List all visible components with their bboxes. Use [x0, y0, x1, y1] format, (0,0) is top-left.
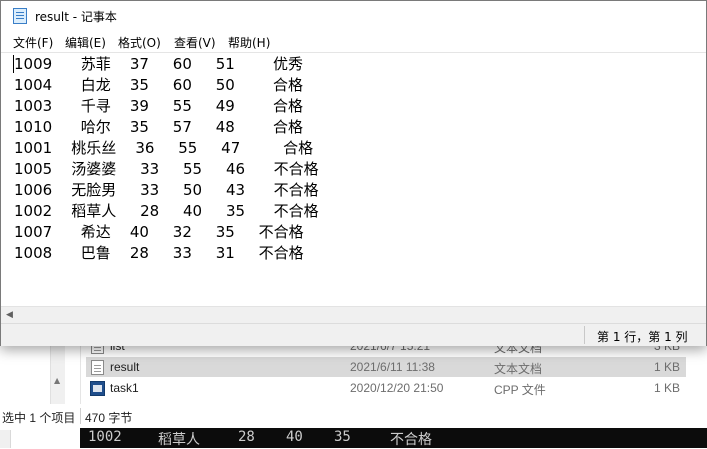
file-row-result[interactable]: result 2021/6/11 11:38 文本文档 1 KB [86, 357, 686, 377]
terminal-cell: 35 [334, 429, 351, 445]
text-caret [13, 55, 14, 73]
notepad-status-bar: 第 1 行，第 1 列 [1, 323, 706, 346]
status-divider [584, 326, 585, 344]
menu-help[interactable]: 帮助(H) [228, 34, 270, 51]
file-type: CPP 文件 [494, 383, 546, 397]
editor-content[interactable]: 1009 苏菲 37 60 51 优秀 1004 白龙 35 60 50 合格 … [14, 54, 319, 264]
file-type: 文本文档 [494, 362, 543, 376]
menu-edit[interactable]: 编辑(E) [65, 34, 106, 51]
terminal-window: 1002 稻草人 28 40 35 不合格 [80, 428, 707, 448]
cpp-file-icon [90, 381, 105, 396]
horizontal-scrollbar[interactable]: ◀ [1, 306, 706, 324]
file-size: 1 KB [653, 360, 680, 374]
menu-view[interactable]: 查看(V) [174, 34, 216, 51]
menu-bar: 文件(F) 编辑(E) 格式(O) 查看(V) 帮助(H) [1, 31, 706, 52]
selection-count: 选中 1 个项目 [2, 411, 76, 425]
scroll-arrow-icon: ▲ [54, 376, 61, 385]
file-date: 2020/12/20 21:50 [350, 381, 444, 395]
terminal-cell: 40 [286, 429, 303, 445]
file-name: task1 [110, 381, 139, 395]
file-row-task1[interactable]: task1 2020/12/20 21:50 CPP 文件 1 KB [86, 378, 686, 398]
window-title: result - 记事本 [35, 10, 117, 24]
terminal-cell: 不合格 [390, 432, 432, 448]
cursor-position: 第 1 行，第 1 列 [597, 330, 688, 344]
scroll-left-icon[interactable]: ◀ [1, 307, 18, 324]
file-name: result [110, 360, 140, 374]
selection-size: 470 字节 [85, 411, 133, 425]
terminal-cell: 稻草人 [158, 432, 200, 448]
menu-file[interactable]: 文件(F) [13, 34, 53, 51]
file-date: 2021/6/11 11:38 [350, 360, 435, 374]
terminal-cell: 28 [238, 429, 255, 445]
explorer-status-bar: 选中 1 个项目 470 字节 [0, 404, 707, 428]
title-bar[interactable]: result - 记事本 [1, 1, 706, 31]
notepad-app-icon[interactable] [13, 8, 27, 24]
terminal-cell: 1002 [88, 429, 122, 445]
status-divider [80, 408, 81, 424]
notepad-window: result - 记事本 文件(F) 编辑(E) 格式(O) 查看(V) 帮助(… [0, 0, 707, 346]
menu-format[interactable]: 格式(O) [118, 34, 161, 51]
text-file-icon [91, 360, 104, 375]
file-size: 1 KB [653, 381, 680, 395]
text-editor[interactable]: 1009 苏菲 37 60 51 优秀 1004 白龙 35 60 50 合格 … [1, 52, 706, 307]
